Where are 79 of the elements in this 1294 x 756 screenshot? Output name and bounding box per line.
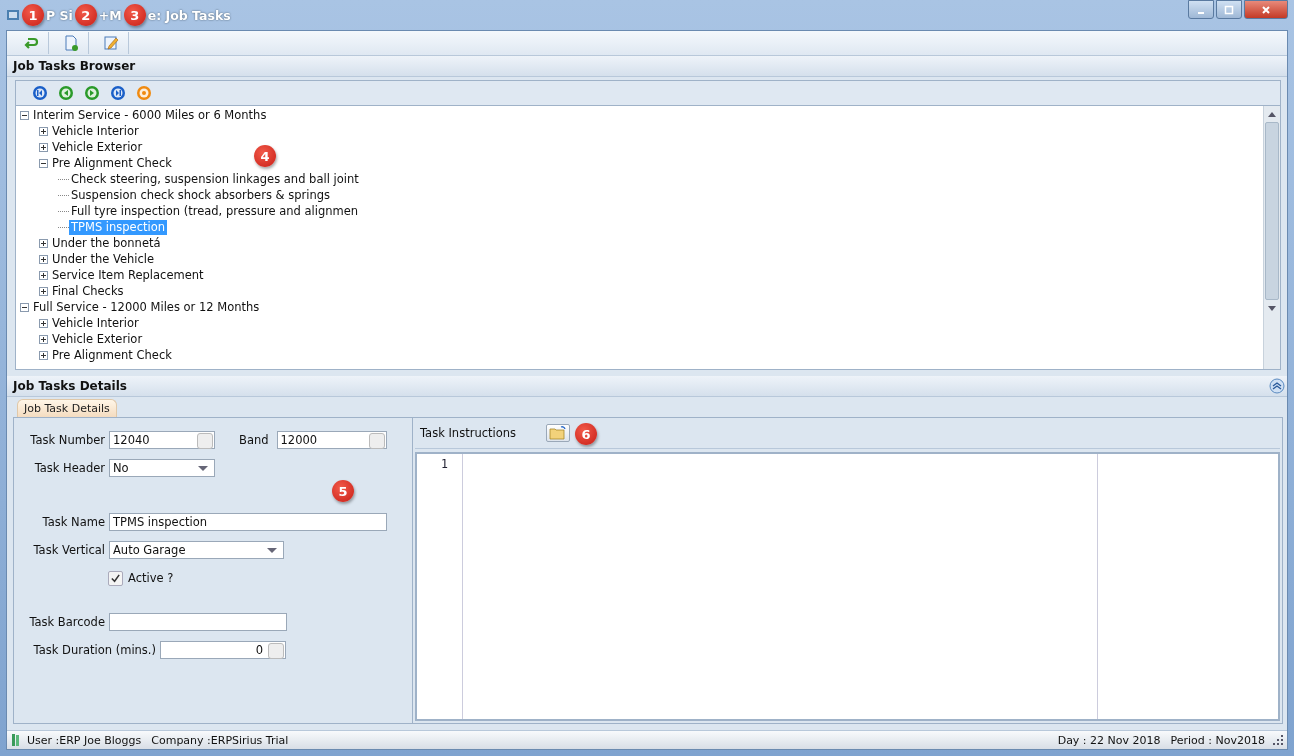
scrollbar[interactable] [1263, 106, 1280, 369]
expand-icon[interactable] [39, 254, 48, 264]
new-document-icon [62, 35, 79, 51]
section-label: Task Instructions [420, 426, 516, 440]
dropdown[interactable]: No [109, 459, 215, 477]
maximize-icon [1224, 4, 1234, 15]
expand-icon[interactable] [39, 334, 48, 344]
resize-grip-icon[interactable] [1273, 735, 1283, 745]
input-field[interactable]: 12040 [109, 431, 215, 449]
window-title: e: Job Tasks [147, 7, 231, 23]
tab[interactable]: Job Task Details [17, 399, 117, 417]
field-label: Task Number [29, 433, 105, 447]
section-title: Job Tasks Details [13, 379, 127, 393]
status-text: User :ERP Joe Bloggs [27, 733, 142, 747]
tree-item[interactable]: Check steering, suspension linkages and ball joint [69, 171, 361, 187]
callout-badge: 1 [22, 4, 44, 26]
collapse-icon[interactable] [1269, 378, 1285, 394]
minimize-button[interactable] [1188, 0, 1214, 19]
tree-item[interactable]: Full tyre inspection (tread, pressure and alignmen [69, 203, 361, 219]
tree-item[interactable]: Under the Vehicle [50, 251, 157, 267]
tree-item[interactable]: Pre Alignment Check [50, 155, 174, 171]
field-label: Task Header [33, 461, 105, 475]
status-text: Company :ERPSirius Trial [151, 733, 289, 747]
checkbox[interactable] [108, 570, 123, 586]
tree-item[interactable]: Under the bonnetá [50, 235, 163, 251]
tree-item[interactable]: Vehicle Interior [50, 123, 141, 139]
first-record-icon[interactable] [32, 85, 48, 101]
close-button[interactable] [1244, 0, 1288, 19]
input-field[interactable]: TPMS inspection [109, 513, 387, 531]
expand-icon[interactable] [39, 350, 48, 360]
text-editor[interactable]: 1 [415, 452, 1280, 721]
minimize-icon [1198, 11, 1204, 14]
pencil-icon [102, 35, 119, 51]
input-field[interactable] [109, 613, 287, 631]
status-text: Period : Nov2018 [1170, 733, 1265, 747]
field-label: Task Barcode [28, 615, 105, 629]
tree-item[interactable]: Final Checks [50, 283, 126, 299]
tree-item[interactable]: Vehicle Interior [50, 315, 141, 331]
field-label: Band [239, 433, 269, 447]
dropdown[interactable]: Auto Garage [109, 541, 284, 559]
scroll-up-icon[interactable] [1268, 111, 1276, 117]
expand-icon[interactable] [39, 142, 48, 152]
tree-item[interactable]: Suspension check shock absorbers & springs [69, 187, 332, 203]
callout-badge: 3 [123, 4, 146, 26]
collapse-icon[interactable] [39, 158, 48, 168]
status-text: Day : 22 Nov 2018 [1057, 733, 1161, 747]
input-field[interactable]: 0 [160, 641, 286, 659]
line-number: 1 [441, 457, 448, 471]
expand-icon[interactable] [39, 238, 48, 248]
return-arrow-icon [22, 35, 39, 51]
tree-item[interactable]: Interim Service - 6000 Miles or 6 Months [31, 107, 269, 123]
last-record-icon[interactable] [110, 85, 126, 101]
window-title: P Si [46, 7, 73, 23]
field-label: Task Name [41, 515, 105, 529]
tree-item[interactable]: Vehicle Exterior [50, 139, 145, 155]
expand-icon[interactable] [39, 318, 48, 328]
books-icon [11, 733, 21, 747]
expand-icon[interactable] [39, 286, 48, 296]
field-label: Task Vertical [32, 543, 105, 557]
expand-icon[interactable] [39, 126, 48, 136]
window-title: +M [98, 7, 122, 23]
collapse-icon[interactable] [20, 302, 29, 312]
previous-record-icon[interactable] [58, 85, 74, 101]
tree-item[interactable]: Service Item Replacement [50, 267, 206, 283]
section-title: Job Tasks Browser [13, 59, 136, 73]
tree-item[interactable]: Pre Alignment Check [50, 347, 174, 363]
app-icon [6, 8, 20, 22]
tree-item[interactable]: Full Service - 12000 Miles or 12 Months [31, 299, 262, 315]
close-icon [1261, 4, 1271, 15]
next-record-icon[interactable] [84, 85, 100, 101]
field-label: Task Duration (mins.) [32, 643, 156, 657]
checkbox-label: Active ? [128, 571, 174, 585]
collapse-icon[interactable] [20, 110, 29, 120]
tree-item[interactable]: Vehicle Exterior [50, 331, 145, 347]
input-field[interactable]: 12000 [276, 431, 387, 449]
expand-icon[interactable] [39, 270, 48, 280]
callout-badge: 2 [74, 4, 97, 26]
maximize-button[interactable] [1216, 0, 1242, 19]
scroll-down-icon[interactable] [1268, 305, 1276, 311]
